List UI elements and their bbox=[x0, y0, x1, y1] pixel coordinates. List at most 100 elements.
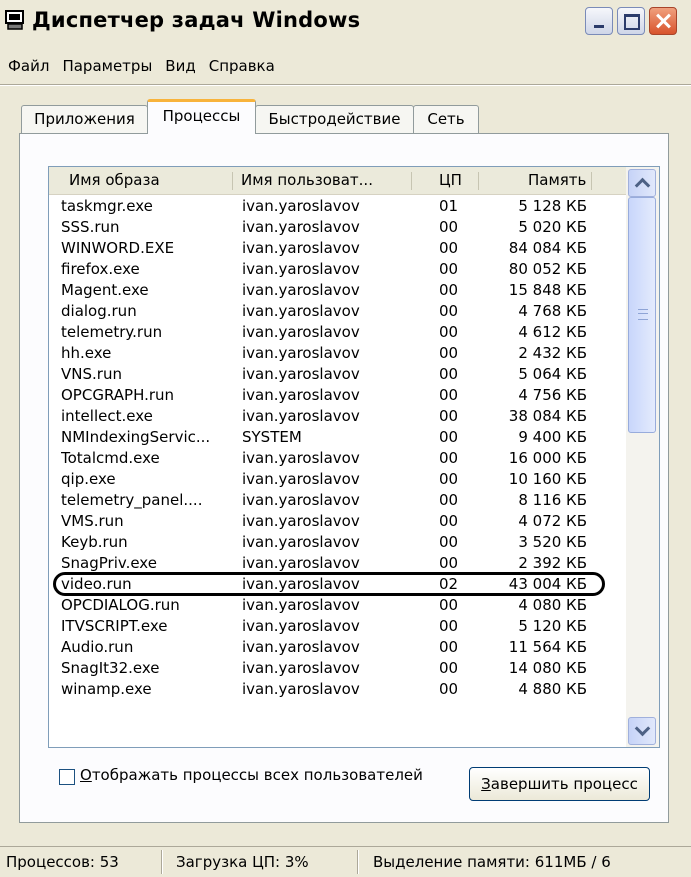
cell-image-name: SnagPriv.exe bbox=[61, 554, 157, 572]
table-row[interactable]: SSS.run ivan.yaroslavov 00 5 020 КБ bbox=[49, 217, 627, 238]
column-cpu[interactable]: ЦП bbox=[439, 167, 462, 194]
column-divider[interactable] bbox=[411, 172, 412, 190]
table-row[interactable]: taskmgr.exe ivan.yaroslavov 01 5 128 КБ bbox=[49, 196, 627, 217]
cell-image-name: SSS.run bbox=[61, 218, 120, 236]
cell-memory: 5 064 КБ bbox=[518, 365, 587, 383]
cell-user-name: ivan.yaroslavov bbox=[242, 386, 360, 404]
cell-memory: 14 080 КБ bbox=[508, 659, 587, 677]
close-icon[interactable] bbox=[649, 7, 677, 35]
status-divider bbox=[161, 850, 163, 874]
column-memory[interactable]: Память bbox=[528, 167, 586, 194]
menu-file[interactable]: Файл bbox=[8, 57, 49, 75]
cell-memory: 84 084 КБ bbox=[508, 239, 587, 257]
table-row[interactable]: qip.exe ivan.yaroslavov 00 10 160 КБ bbox=[49, 469, 627, 490]
menu-view[interactable]: Вид bbox=[165, 57, 195, 75]
cell-image-name: Magent.exe bbox=[61, 281, 149, 299]
vertical-scrollbar[interactable] bbox=[626, 167, 659, 747]
cell-cpu: 00 bbox=[439, 659, 459, 677]
scrollbar-thumb[interactable] bbox=[628, 197, 656, 433]
cell-cpu: 00 bbox=[439, 302, 459, 320]
tab-network[interactable]: Сеть bbox=[413, 105, 479, 133]
cell-user-name: ivan.yaroslavov bbox=[242, 302, 360, 320]
process-list[interactable]: Имя образа Имя пользоват... ЦП Память ta… bbox=[48, 166, 660, 748]
label-rest: авершить процесс bbox=[490, 775, 638, 793]
table-row[interactable]: NMIndexingServic... SYSTEM 00 9 400 КБ bbox=[49, 427, 627, 448]
column-image-name[interactable]: Имя образа bbox=[69, 167, 160, 194]
column-divider[interactable] bbox=[478, 172, 479, 190]
table-row[interactable]: SnagIt32.exe ivan.yaroslavov 00 14 080 КБ bbox=[49, 658, 627, 679]
table-row[interactable]: Audio.run ivan.yaroslavov 00 11 564 КБ bbox=[49, 637, 627, 658]
window-title: Диспетчер задач Windows bbox=[32, 8, 361, 32]
cell-user-name: ivan.yaroslavov bbox=[242, 344, 360, 362]
table-row[interactable]: Totalcmd.exe ivan.yaroslavov 00 16 000 КБ bbox=[49, 448, 627, 469]
table-row[interactable]: VMS.run ivan.yaroslavov 00 4 072 КБ bbox=[49, 511, 627, 532]
show-all-users-checkbox[interactable] bbox=[59, 769, 75, 785]
cell-cpu: 00 bbox=[439, 386, 459, 404]
cell-user-name: ivan.yaroslavov bbox=[242, 638, 360, 656]
cell-user-name: ivan.yaroslavov bbox=[242, 449, 360, 467]
cell-image-name: dialog.run bbox=[61, 302, 137, 320]
cell-memory: 5 020 КБ bbox=[518, 218, 587, 236]
cell-cpu: 00 bbox=[439, 449, 459, 467]
maximize-icon[interactable] bbox=[617, 7, 645, 35]
cell-image-name: winamp.exe bbox=[61, 680, 152, 698]
table-row[interactable]: Keyb.run ivan.yaroslavov 00 3 520 КБ bbox=[49, 532, 627, 553]
table-row[interactable]: SnagPriv.exe ivan.yaroslavov 00 2 392 КБ bbox=[49, 553, 627, 574]
table-row[interactable]: OPCDIALOG.run ivan.yaroslavov 00 4 080 КБ bbox=[49, 595, 627, 616]
cell-image-name: firefox.exe bbox=[61, 260, 140, 278]
cell-memory: 8 116 КБ bbox=[518, 491, 587, 509]
cell-image-name: Totalcmd.exe bbox=[61, 449, 160, 467]
grip-icon bbox=[638, 309, 648, 320]
accelerator-char: О bbox=[80, 766, 92, 784]
minimize-icon[interactable] bbox=[585, 7, 613, 35]
status-processes: Процессов: 53 bbox=[6, 853, 119, 871]
table-row[interactable]: intellect.exe ivan.yaroslavov 00 38 084 КБ bbox=[49, 406, 627, 427]
label-rest: тображать процессы всех пользователей bbox=[91, 766, 423, 784]
cell-cpu: 00 bbox=[439, 617, 459, 635]
cell-cpu: 00 bbox=[439, 596, 459, 614]
table-row[interactable]: telemetry.run ivan.yaroslavov 00 4 612 КБ bbox=[49, 322, 627, 343]
cell-cpu: 00 bbox=[439, 533, 459, 551]
table-row[interactable]: OPCGRAPH.run ivan.yaroslavov 00 4 756 КБ bbox=[49, 385, 627, 406]
column-divider[interactable] bbox=[591, 172, 592, 190]
chevron-up-icon[interactable] bbox=[628, 169, 656, 197]
cell-image-name: VNS.run bbox=[61, 365, 122, 383]
cell-user-name: ivan.yaroslavov bbox=[242, 596, 360, 614]
status-cpu: Загрузка ЦП: 3% bbox=[176, 853, 309, 871]
tab-processes[interactable]: Процессы bbox=[147, 99, 256, 134]
cell-memory: 16 000 КБ bbox=[508, 449, 587, 467]
chevron-down-icon[interactable] bbox=[628, 717, 656, 745]
menu-options[interactable]: Параметры bbox=[62, 57, 152, 75]
status-bar: Процессов: 53 Загрузка ЦП: 3% Выделение … bbox=[0, 846, 691, 877]
cell-cpu: 00 bbox=[439, 428, 459, 446]
cell-user-name: ivan.yaroslavov bbox=[242, 281, 360, 299]
cell-memory: 38 084 КБ bbox=[508, 407, 587, 425]
title-bar[interactable]: Диспетчер задач Windows bbox=[0, 0, 691, 42]
cell-cpu: 00 bbox=[439, 281, 459, 299]
cell-cpu: 00 bbox=[439, 470, 459, 488]
table-row[interactable]: ITVSCRIPT.exe ivan.yaroslavov 00 5 120 КБ bbox=[49, 616, 627, 637]
cell-image-name: OPCGRAPH.run bbox=[61, 386, 175, 404]
table-row[interactable]: Magent.exe ivan.yaroslavov 00 15 848 КБ bbox=[49, 280, 627, 301]
end-process-button[interactable]: Завершить процесс bbox=[469, 767, 650, 801]
cell-user-name: ivan.yaroslavov bbox=[242, 260, 360, 278]
show-all-users-label[interactable]: Отображать процессы всех пользователей bbox=[80, 766, 423, 784]
cell-memory: 11 564 КБ bbox=[508, 638, 587, 656]
cell-cpu: 01 bbox=[439, 197, 459, 215]
table-row[interactable]: WINWORD.EXE ivan.yaroslavov 00 84 084 КБ bbox=[49, 238, 627, 259]
menu-bar: Файл Параметры Вид Справка bbox=[0, 57, 280, 81]
cell-cpu: 00 bbox=[439, 365, 459, 383]
tab-applications[interactable]: Приложения bbox=[21, 105, 148, 133]
table-row[interactable]: firefox.exe ivan.yaroslavov 00 80 052 КБ bbox=[49, 259, 627, 280]
table-row[interactable]: winamp.exe ivan.yaroslavov 00 4 880 КБ bbox=[49, 679, 627, 700]
cell-user-name: ivan.yaroslavov bbox=[242, 512, 360, 530]
table-row[interactable]: dialog.run ivan.yaroslavov 00 4 768 КБ bbox=[49, 301, 627, 322]
table-row[interactable]: VNS.run ivan.yaroslavov 00 5 064 КБ bbox=[49, 364, 627, 385]
cell-memory: 5 128 КБ bbox=[518, 197, 587, 215]
menu-help[interactable]: Справка bbox=[209, 57, 275, 75]
column-user-name[interactable]: Имя пользоват... bbox=[241, 167, 373, 194]
column-divider[interactable] bbox=[232, 172, 233, 190]
table-row[interactable]: telemetry_panel.... ivan.yaroslavov 00 8 11… bbox=[49, 490, 627, 511]
table-row[interactable]: hh.exe ivan.yaroslavov 00 2 432 КБ bbox=[49, 343, 627, 364]
tab-performance[interactable]: Быстродействие bbox=[255, 105, 414, 133]
